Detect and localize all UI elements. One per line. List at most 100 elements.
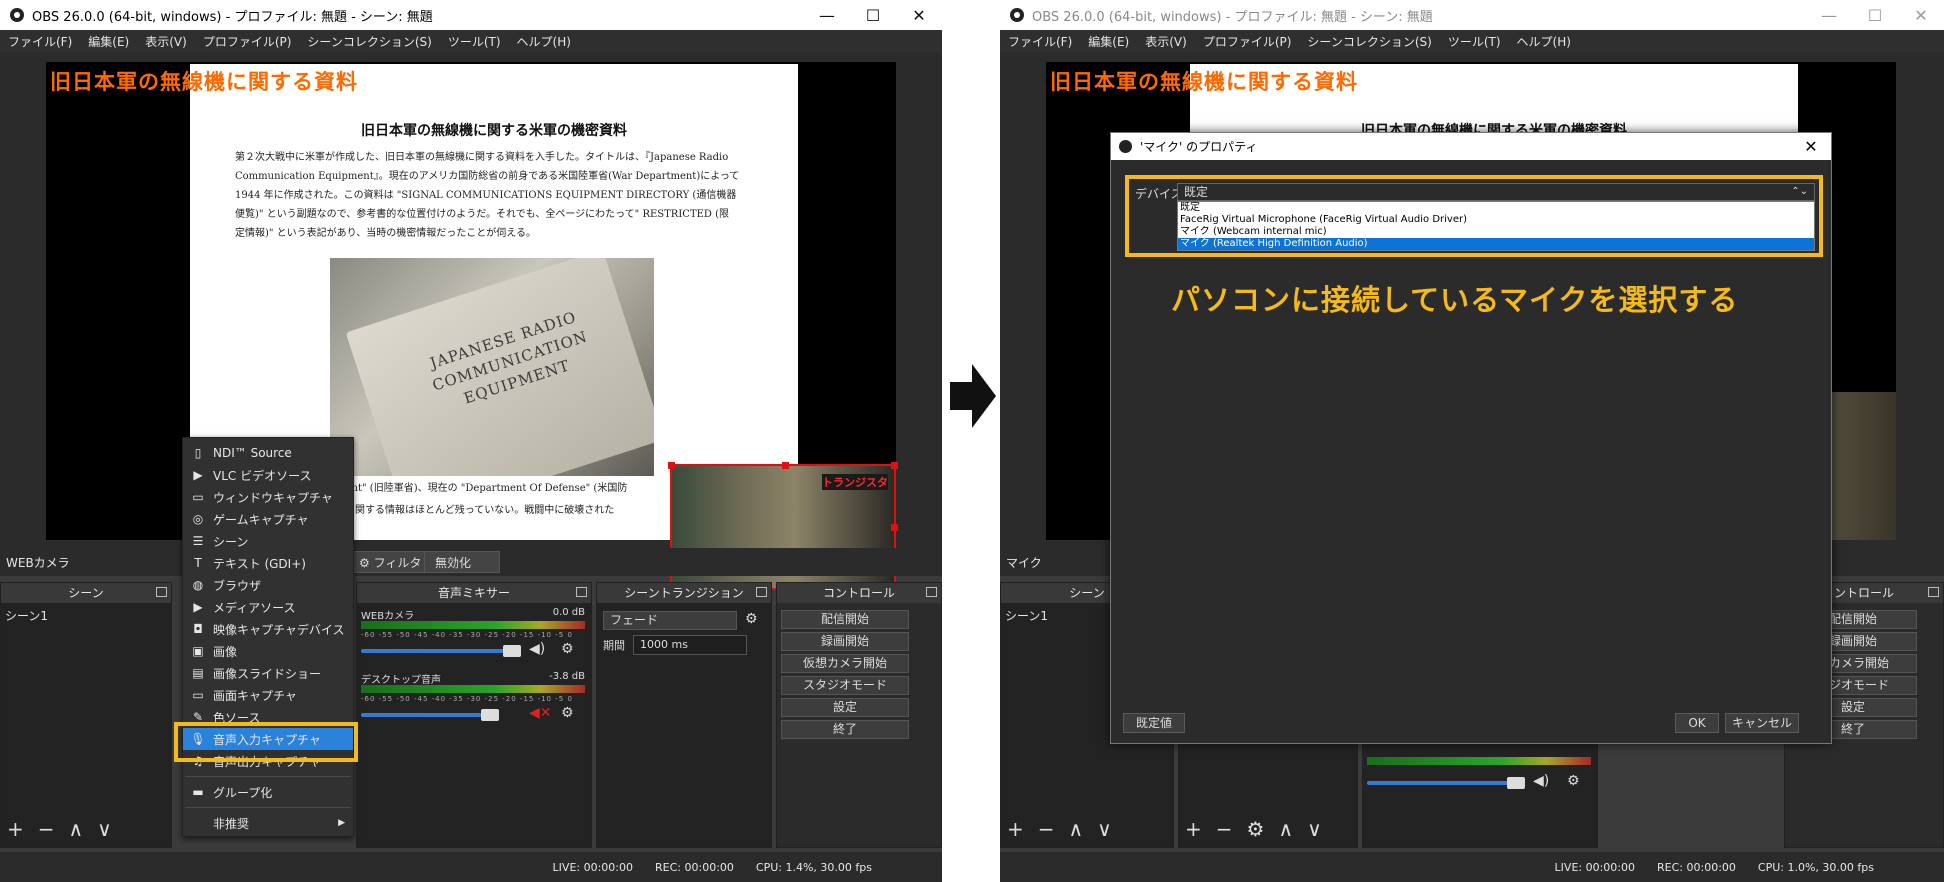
menu-item-group[interactable]: ▬ グループ化 <box>183 781 353 803</box>
menu-item-label: ブラウザ <box>213 578 262 593</box>
exit-button[interactable]: 終了 <box>781 720 909 739</box>
float-icon[interactable] <box>926 587 937 597</box>
menu-tools[interactable]: ツール(T) <box>1448 33 1501 50</box>
menu-item-media-source[interactable]: ▶ メディアソース <box>183 596 353 618</box>
volume-knob[interactable] <box>481 709 499 721</box>
maximize-icon[interactable]: ☐ <box>850 6 896 25</box>
menu-item-display-capture[interactable]: ▭ 画面キャプチャ <box>183 684 353 706</box>
add-icon[interactable]: + <box>7 817 24 841</box>
device-option-selected[interactable]: マイク (Realtek High Definition Audio) <box>1178 238 1814 250</box>
menu-item-scene[interactable]: ☰ シーン <box>183 530 353 552</box>
menu-item-window-capture[interactable]: ▭ ウィンドウキャプチャ <box>183 486 353 508</box>
resize-handle[interactable] <box>782 462 789 469</box>
close-icon[interactable]: ✕ <box>896 6 942 25</box>
menu-item-browser[interactable]: ◍ ブラウザ <box>183 574 353 596</box>
menu-view[interactable]: 表示(V) <box>1145 33 1187 50</box>
menu-profile[interactable]: プロファイル(P) <box>1203 33 1292 50</box>
menu-tools[interactable]: ツール(T) <box>448 33 501 50</box>
defaults-button[interactable]: 既定値 <box>1123 713 1185 733</box>
menu-item-game-capture[interactable]: ◎ ゲームキャプチャ <box>183 508 353 530</box>
start-recording-button[interactable]: 録画開始 <box>781 632 909 651</box>
gear-icon[interactable]: ⚙ <box>561 705 574 721</box>
device-option[interactable]: マイク (Webcam internal mic) <box>1178 226 1814 238</box>
studio-mode-button[interactable]: スタジオモード <box>781 676 909 695</box>
menu-item-label: NDI™ Source <box>213 446 292 460</box>
transition-select[interactable]: フェード <box>603 611 737 630</box>
menu-item-vlc-source[interactable]: ▶ VLC ビデオソース <box>183 464 353 486</box>
gear-icon[interactable]: ⚙ <box>745 611 758 627</box>
gear-icon[interactable]: ⚙ <box>561 641 574 657</box>
up-icon[interactable]: ∧ <box>1278 817 1293 841</box>
menu-help[interactable]: ヘルプ(H) <box>1517 33 1571 50</box>
disable-button[interactable]: 無効化 <box>424 551 500 573</box>
volume-knob[interactable] <box>503 645 521 657</box>
float-icon[interactable] <box>756 587 767 597</box>
volume-meter <box>361 621 585 629</box>
minimize-icon[interactable]: — <box>804 6 850 25</box>
menu-item-label: 画像 <box>213 644 238 659</box>
add-icon[interactable]: + <box>1185 817 1202 841</box>
device-label: デバイス <box>1135 187 1183 201</box>
remove-icon[interactable]: − <box>1038 817 1055 841</box>
gear-icon[interactable]: ⚙ <box>1247 817 1265 841</box>
add-icon[interactable]: + <box>1007 817 1024 841</box>
resize-handle[interactable] <box>891 462 898 469</box>
menu-file[interactable]: ファイル(F) <box>8 33 72 50</box>
duration-input[interactable]: 1000 ms <box>633 635 747 655</box>
menu-edit[interactable]: 編集(E) <box>1088 33 1129 50</box>
menu-item-ndi-source[interactable]: ▯ NDI™ Source <box>183 442 353 464</box>
start-virtual-camera-button[interactable]: 仮想カメラ開始 <box>781 654 909 673</box>
scene-item[interactable]: シーン1 <box>1 603 171 628</box>
device-option[interactable]: 既定 <box>1178 202 1814 214</box>
scene-actions: + − ∧ ∨ <box>1007 817 1112 841</box>
speaker-icon[interactable]: ◀) <box>529 641 545 657</box>
menu-item-image-slideshow[interactable]: ▤ 画像スライドショー <box>183 662 353 684</box>
filter-button[interactable]: ⚙ フィルタ <box>348 551 433 573</box>
dialog-title: 'マイク' のプロパティ <box>1140 140 1258 154</box>
muted-speaker-icon[interactable]: ◀✕ <box>529 705 552 721</box>
float-icon[interactable] <box>1928 587 1939 597</box>
minimize-icon[interactable]: — <box>1806 6 1852 25</box>
volume-slider[interactable] <box>1367 781 1517 785</box>
menu-item-video-capture[interactable]: ◘ 映像キャプチャデバイス <box>183 618 353 640</box>
float-icon[interactable] <box>156 587 167 597</box>
menu-scene-collection[interactable]: シーンコレクション(S) <box>307 33 431 50</box>
menu-help[interactable]: ヘルプ(H) <box>517 33 571 50</box>
volume-knob[interactable] <box>1507 777 1525 789</box>
maximize-icon[interactable]: ☐ <box>1852 6 1898 25</box>
float-icon[interactable] <box>576 587 587 597</box>
settings-button[interactable]: 設定 <box>781 698 909 717</box>
remove-icon[interactable]: − <box>1216 817 1233 841</box>
menu-scene-collection[interactable]: シーンコレクション(S) <box>1307 33 1431 50</box>
menu-view[interactable]: 表示(V) <box>145 33 187 50</box>
down-icon[interactable]: ∨ <box>97 817 112 841</box>
volume-slider[interactable] <box>361 713 491 717</box>
menu-item-image[interactable]: ▣ 画像 <box>183 640 353 662</box>
live-status: LIVE: 00:00:00 <box>1554 860 1636 874</box>
start-streaming-button[interactable]: 配信開始 <box>781 610 909 629</box>
down-icon[interactable]: ∨ <box>1097 817 1112 841</box>
cancel-button[interactable]: キャンセル <box>1725 713 1799 733</box>
gear-icon[interactable]: ⚙ <box>1567 773 1580 789</box>
volume-slider[interactable] <box>361 649 513 653</box>
menu-item-deprecated[interactable]: 非推奨 ▶ <box>183 812 353 834</box>
filter-icon: ⚙ <box>359 556 374 570</box>
device-option[interactable]: FaceRig Virtual Microphone (FaceRig Virt… <box>1178 214 1814 226</box>
menu-profile[interactable]: プロファイル(P) <box>203 33 292 50</box>
up-icon[interactable]: ∧ <box>69 817 84 841</box>
up-icon[interactable]: ∧ <box>1069 817 1084 841</box>
menu-file[interactable]: ファイル(F) <box>1008 33 1072 50</box>
remove-icon[interactable]: − <box>38 817 55 841</box>
resize-handle[interactable] <box>891 524 898 531</box>
down-icon[interactable]: ∨ <box>1307 817 1322 841</box>
speaker-icon[interactable]: ◀) <box>1533 773 1549 789</box>
device-select[interactable]: 既定 ⌃⌄ <box>1177 183 1815 201</box>
volume-meter <box>361 685 585 693</box>
close-icon[interactable]: ✕ <box>1791 137 1831 156</box>
filter-label: フィルタ <box>373 556 422 570</box>
ok-button[interactable]: OK <box>1675 713 1719 733</box>
menu-edit[interactable]: 編集(E) <box>88 33 129 50</box>
menu-item-text-gdi[interactable]: T テキスト (GDI+) <box>183 552 353 574</box>
resize-handle[interactable] <box>668 462 675 469</box>
close-icon[interactable]: ✕ <box>1898 6 1944 25</box>
